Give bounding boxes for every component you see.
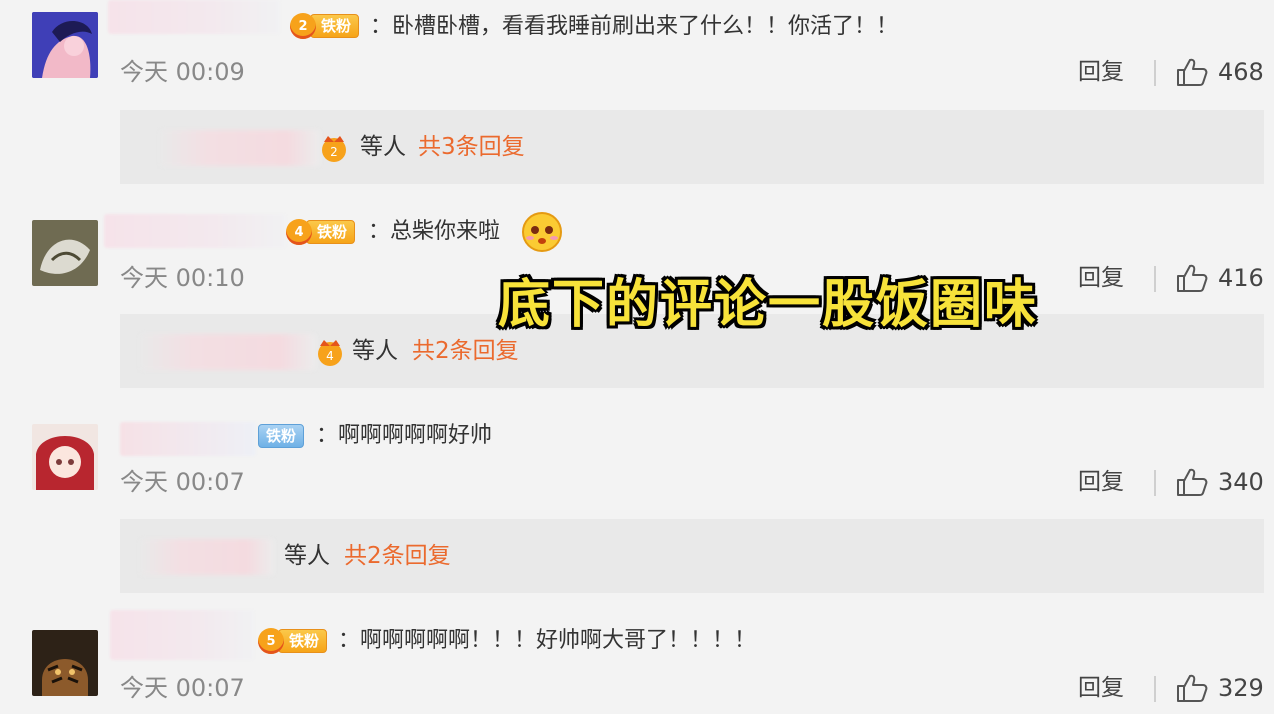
comment-time: 今天 00:09 <box>120 58 245 86</box>
comment-time: 今天 00:07 <box>120 674 245 702</box>
avatar[interactable] <box>32 424 98 490</box>
fan-badge: 铁粉 <box>258 423 305 449</box>
username[interactable] <box>104 214 286 248</box>
reply-count-link[interactable]: 共2条回复 <box>412 334 519 368</box>
thumbs-up-icon <box>1177 674 1208 702</box>
reply-who: 等人 <box>284 543 330 569</box>
emoji-icon <box>522 212 562 252</box>
like-button[interactable]: 329 <box>1176 673 1264 703</box>
reply-who: 等人 <box>352 338 398 364</box>
divider <box>1154 470 1156 496</box>
like-count: 340 <box>1218 468 1264 496</box>
fan-level-icon: 4 <box>286 219 312 245</box>
like-button[interactable]: 468 <box>1176 57 1264 87</box>
fan-level-icon: 2 <box>290 13 316 39</box>
fan-badge-label: 铁粉 <box>306 220 356 244</box>
svg-text:2: 2 <box>330 145 338 159</box>
fan-level-icon: 5 <box>258 628 284 654</box>
reply-usernames <box>140 539 274 575</box>
crown-icon: 4 <box>318 340 342 366</box>
fan-badge-label: 铁粉 <box>310 14 360 38</box>
reply-who: 等人 <box>360 134 406 160</box>
fan-badge: 2 铁粉 <box>290 13 360 39</box>
reply-summary[interactable]: 等人 共2条回复 <box>120 519 1264 593</box>
thumbs-up-icon <box>1177 468 1208 496</box>
comment-text: ：啊啊啊啊啊好帅 <box>316 423 493 448</box>
comment-body: 总柴你来啦 <box>390 219 501 244</box>
username[interactable] <box>110 610 254 660</box>
comment-body: 卧槽卧槽，看看我睡前刷出来了什么！！你活了！！ <box>392 14 899 39</box>
overlay-caption: 底下的评论一股饭圈味 <box>498 275 1039 335</box>
fan-badge-label: 铁粉 <box>258 424 305 448</box>
like-button[interactable]: 340 <box>1176 467 1264 497</box>
fan-badge: 5 铁粉 <box>258 628 328 654</box>
like-count: 468 <box>1218 58 1264 86</box>
reply-summary[interactable]: 2 等人 共3条回复 <box>120 110 1264 184</box>
thumbs-up-icon <box>1177 58 1208 86</box>
reply-button[interactable]: 回复 <box>1078 673 1124 703</box>
divider <box>1154 266 1156 292</box>
svg-text:4: 4 <box>326 349 334 363</box>
like-button[interactable]: 416 <box>1176 263 1264 293</box>
divider <box>1154 676 1156 702</box>
reply-button[interactable]: 回复 <box>1078 263 1124 293</box>
thumbs-up-icon <box>1177 264 1208 292</box>
like-count: 416 <box>1218 264 1264 292</box>
fan-badge: 4 铁粉 <box>286 219 356 245</box>
username[interactable] <box>120 422 256 456</box>
divider <box>1154 60 1156 86</box>
reply-count-link[interactable]: 共3条回复 <box>418 130 525 164</box>
avatar[interactable] <box>32 12 98 78</box>
reply-count-link[interactable]: 共2条回复 <box>344 539 451 573</box>
avatar[interactable] <box>32 220 98 286</box>
reply-usernames <box>160 130 320 166</box>
crown-icon: 2 <box>322 136 346 162</box>
reply-button[interactable]: 回复 <box>1078 57 1124 87</box>
avatar[interactable] <box>32 630 98 696</box>
comment-body: 啊啊啊啊啊好帅 <box>338 423 493 448</box>
username[interactable] <box>108 0 280 34</box>
comment-text: ：啊啊啊啊啊！！！好帅啊大哥了！！！！ <box>338 628 757 653</box>
comment-text: ：总柴你来啦 <box>368 219 501 244</box>
like-count: 329 <box>1218 674 1264 702</box>
comment-text: ：卧槽卧槽，看看我睡前刷出来了什么！！你活了！！ <box>370 14 899 39</box>
comment-time: 今天 00:07 <box>120 468 245 496</box>
reply-button[interactable]: 回复 <box>1078 467 1124 497</box>
comment-body: 啊啊啊啊啊！！！好帅啊大哥了！！！！ <box>360 628 757 653</box>
fan-badge-label: 铁粉 <box>278 629 328 653</box>
reply-usernames <box>140 334 316 370</box>
comment-time: 今天 00:10 <box>120 264 245 292</box>
